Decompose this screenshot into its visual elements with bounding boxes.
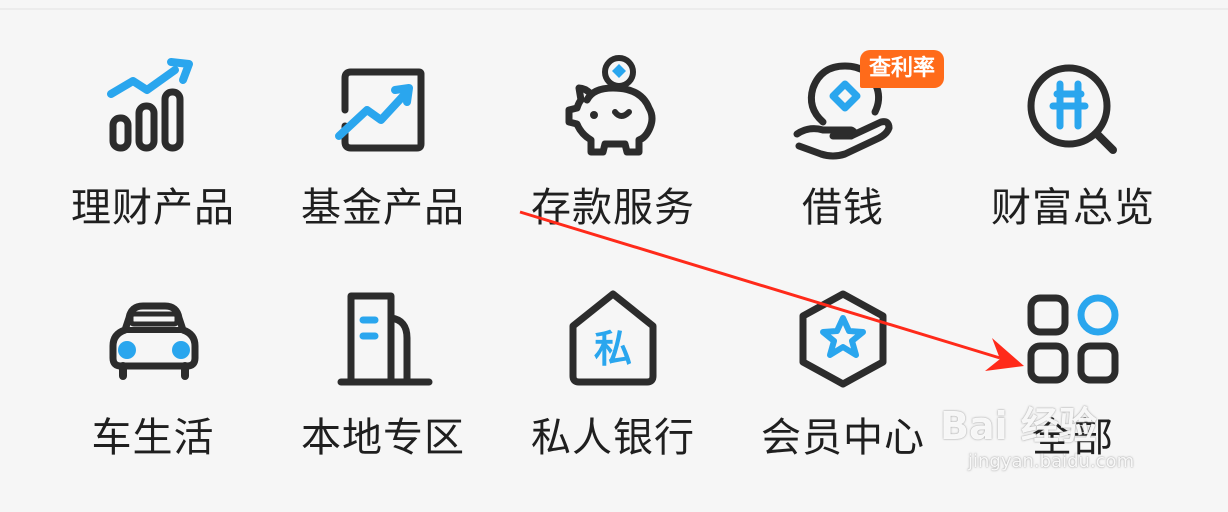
fund-chart-icon xyxy=(333,60,433,160)
menu-item-wealth-overview[interactable]: 财富总览 xyxy=(958,30,1188,260)
all-apps-icon xyxy=(1023,290,1123,390)
menu-item-label: 存款服务 xyxy=(531,185,695,231)
menu-item-all[interactable]: 全部 xyxy=(958,260,1188,490)
menu-item-private-banking[interactable]: 私 私人银行 xyxy=(498,260,728,490)
menu-item-label: 会员中心 xyxy=(761,415,925,461)
building-icon xyxy=(333,290,433,390)
menu-item-label: 财富总览 xyxy=(991,185,1155,231)
menu-item-wealth-products[interactable]: 理财产品 xyxy=(38,30,268,260)
menu-item-car-life[interactable]: 车生活 xyxy=(38,260,268,490)
star-hexagon-icon xyxy=(793,290,893,390)
top-divider xyxy=(0,8,1228,10)
menu-item-label: 本地专区 xyxy=(301,415,465,461)
service-grid: 理财产品 基金产品 存款服务 查利率 借钱 财富总览 车生活 本地专区 私 私人… xyxy=(38,30,1190,490)
interest-rate-badge[interactable]: 查利率 xyxy=(860,50,945,88)
menu-item-label: 全部 xyxy=(1032,415,1114,461)
menu-item-label: 理财产品 xyxy=(71,185,235,231)
yuan-search-icon xyxy=(1023,60,1123,160)
menu-item-label: 车生活 xyxy=(91,415,215,461)
menu-item-deposit-services[interactable]: 存款服务 xyxy=(498,30,728,260)
menu-item-member-center[interactable]: 会员中心 xyxy=(728,260,958,490)
private-house-icon: 私 xyxy=(563,290,663,390)
menu-item-label: 私人银行 xyxy=(531,415,695,461)
menu-item-label: 基金产品 xyxy=(301,185,465,231)
menu-item-borrow[interactable]: 查利率 借钱 xyxy=(728,30,958,260)
piggy-bank-icon xyxy=(563,55,663,160)
page: 理财产品 基金产品 存款服务 查利率 借钱 财富总览 车生活 本地专区 私 私人… xyxy=(0,0,1228,512)
menu-item-local-zone[interactable]: 本地专区 xyxy=(268,260,498,490)
menu-item-label: 借钱 xyxy=(802,185,884,231)
wealth-chart-icon xyxy=(103,58,203,160)
car-icon xyxy=(103,290,203,390)
svg-text:私: 私 xyxy=(594,327,632,371)
menu-item-fund-products[interactable]: 基金产品 xyxy=(268,30,498,260)
